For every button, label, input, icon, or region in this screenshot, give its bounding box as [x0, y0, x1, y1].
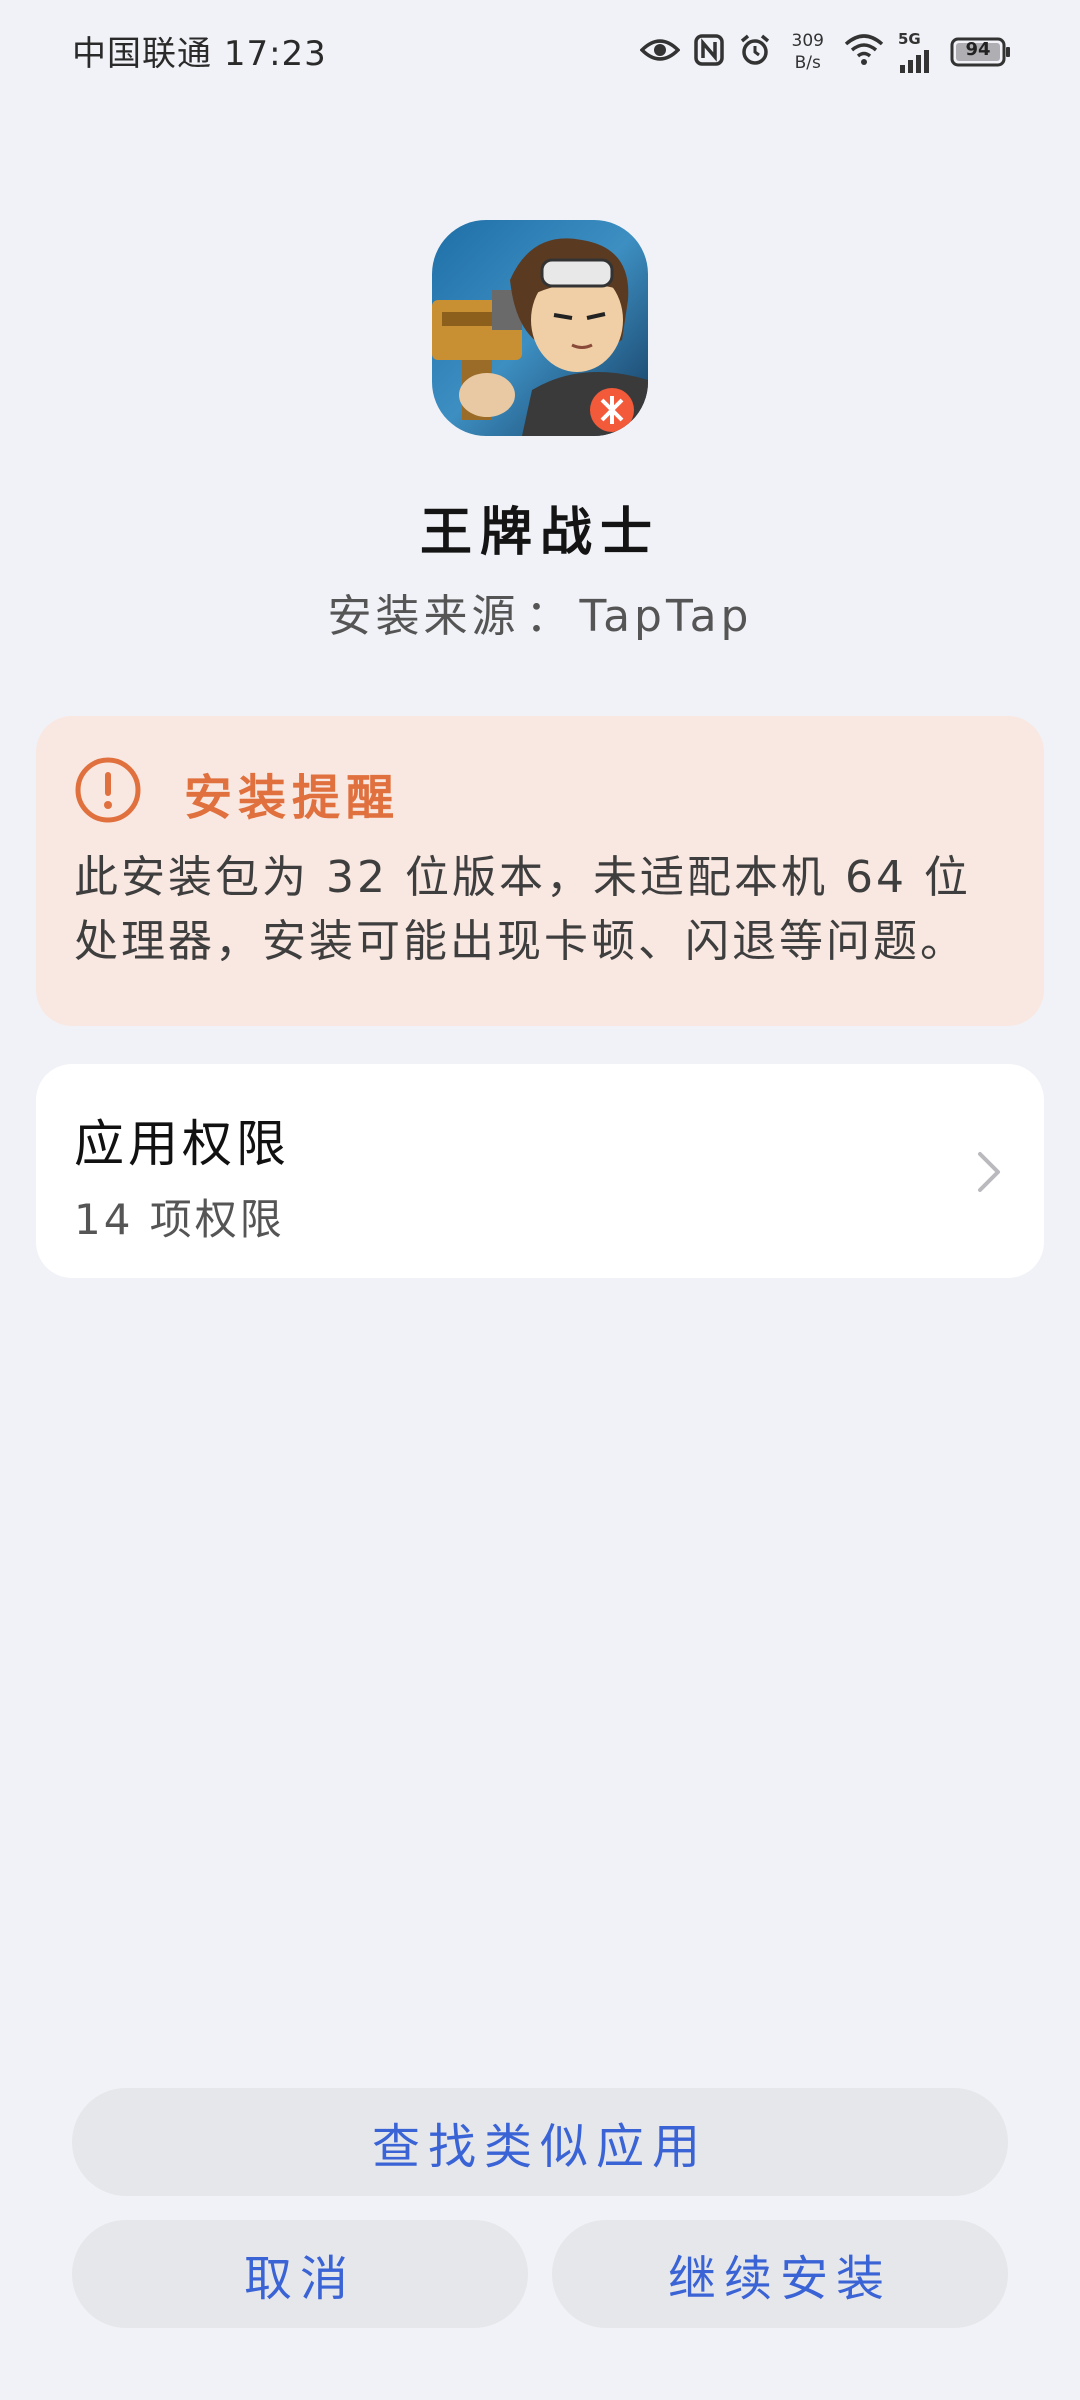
status-left: 中国联通 17:23 — [72, 26, 327, 75]
net-speed-value: 309 — [791, 31, 824, 51]
install-source-label: 安装来源 — [327, 591, 520, 642]
network-type-label: 5G — [898, 29, 921, 48]
installer-screen: 中国联通 17:23 309 B/s 5G 94 王牌战士 安装来源 ： Tap… — [0, 0, 1080, 2400]
status-time: 17:23 — [223, 34, 327, 74]
battery-level: 94 — [965, 39, 991, 60]
eye-icon — [639, 36, 681, 68]
install-source-value: TapTap — [579, 591, 753, 642]
battery-icon: 94 — [950, 37, 1012, 67]
alarm-icon — [738, 33, 772, 71]
carrier-name: 中国联通 — [72, 34, 212, 74]
continue-install-button[interactable]: 继续安装 — [552, 2220, 1008, 2328]
app-name: 王牌战士 — [419, 503, 660, 563]
permissions-title: 应用权限 — [74, 1115, 290, 1173]
net-speed: 309 B/s — [792, 30, 824, 74]
install-warning-card: 安装提醒 此安装包为 32 位版本，未适配本机 64 位处理器，安装可能出现卡顿… — [36, 716, 1044, 1026]
chevron-right-icon — [974, 1148, 1004, 1196]
warning-title: 安装提醒 — [184, 770, 401, 826]
nfc-icon — [693, 34, 724, 70]
find-similar-apps-button[interactable]: 查找类似应用 — [72, 2088, 1008, 2196]
status-bar: 中国联通 17:23 309 B/s 5G 94 — [0, 0, 1080, 100]
install-source: 安装来源： TapTap — [0, 580, 1080, 644]
status-icons: 309 B/s 5G 94 — [639, 24, 1012, 80]
permissions-count: 14 项权限 — [74, 1195, 285, 1244]
install-source-separator: ： — [525, 591, 574, 642]
net-speed-unit: B/s — [794, 53, 821, 73]
cancel-button[interactable]: 取消 — [72, 2220, 528, 2328]
app-permissions-item[interactable]: 应用权限 14 项权限 — [36, 1064, 1044, 1278]
app-icon — [432, 220, 648, 436]
warning-icon — [74, 756, 142, 824]
wifi-icon — [844, 34, 884, 70]
warning-body: 此安装包为 32 位版本，未适配本机 64 位处理器，安装可能出现卡顿、闪退等问… — [74, 852, 971, 967]
signal-icon: 5G — [898, 29, 936, 73]
